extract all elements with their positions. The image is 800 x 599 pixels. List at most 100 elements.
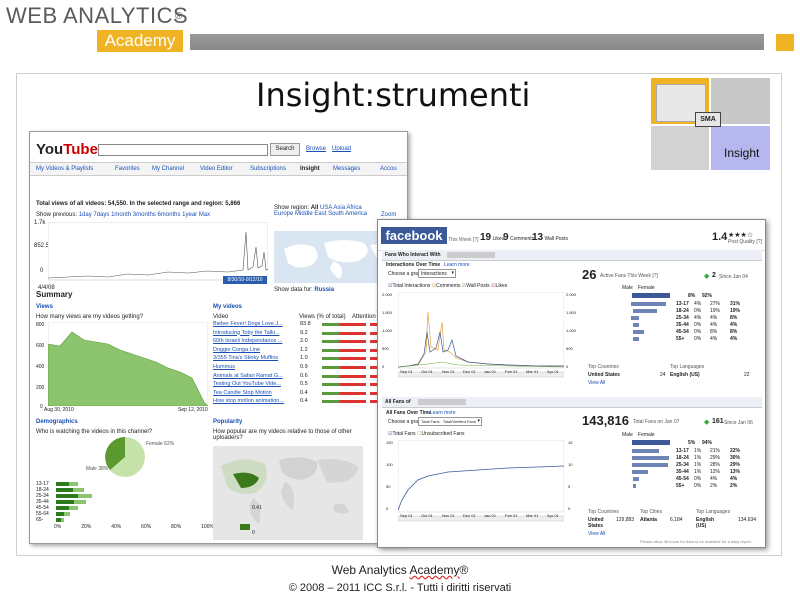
- tab-favorites[interactable]: Favorites: [115, 166, 140, 172]
- fb-age-bar-female: [634, 302, 667, 306]
- fb-wallposts-stat: 13 Wall Posts: [532, 232, 568, 243]
- popularity-legend-min: 0: [252, 530, 255, 536]
- zoom-link[interactable]: Zoom: [381, 212, 396, 218]
- range-7days[interactable]: 7days: [93, 212, 109, 218]
- video-title-link[interactable]: Testing Out YouTube Vide...: [213, 381, 281, 387]
- video-views-pct: 0.4: [300, 398, 308, 405]
- tab-my-videos[interactable]: My Videos & Playlists: [36, 166, 93, 172]
- fb-y1r-tick: 1,000: [566, 328, 577, 333]
- fb-age-label: 13-17: [676, 301, 689, 307]
- range-1year[interactable]: 1year: [182, 212, 197, 218]
- video-title-link[interactable]: Tea Candle Stop Motion: [213, 390, 272, 396]
- fb-age-female: 27%: [710, 301, 721, 307]
- youtube-search-button[interactable]: Search: [270, 143, 300, 156]
- fb-age-label: 55+: [676, 483, 685, 489]
- fb-age-label: 35-44: [676, 469, 689, 475]
- fb-y1-tick: 1,000: [382, 328, 393, 333]
- video-title-link[interactable]: Bieber Fever! Dogs Love J...: [213, 321, 283, 327]
- fb-age-total: 31%: [730, 301, 741, 307]
- footer-registered-mark: ®: [459, 563, 469, 577]
- video-title-link[interactable]: Doggie Conga Line: [213, 347, 260, 353]
- view-all-link-1[interactable]: View All: [588, 380, 605, 386]
- youtube-browse-link[interactable]: Browse: [306, 146, 326, 152]
- age-bar-male: [56, 494, 78, 498]
- views-over-time-chart: [48, 222, 268, 281]
- views-area-chart: [48, 322, 208, 406]
- tab-my-channel[interactable]: My Channel: [152, 166, 184, 172]
- video-title-link[interactable]: How stop motion animation...: [213, 398, 284, 404]
- top-languages-label-1: Top Languages: [670, 364, 705, 370]
- total-fans-label: Total Fans on Jan 07: [633, 419, 680, 425]
- view-all-link-2[interactable]: View All: [588, 531, 605, 537]
- views-y-200: 200: [36, 385, 45, 391]
- fb-x1-tick: Sep 01: [400, 369, 413, 374]
- popularity-legend-swatch: [240, 524, 250, 530]
- legend-likes: Likes: [495, 283, 508, 289]
- gender-total-male-2: 5%: [688, 440, 696, 446]
- range-1day[interactable]: 1day: [79, 212, 92, 218]
- fb-age-total: 19%: [730, 308, 741, 314]
- video-title-link[interactable]: 3/355 Tina's Stinky Muffins: [213, 355, 278, 361]
- legend-comments: Comments: [436, 283, 461, 289]
- video-views-pct: 0.4: [300, 389, 308, 396]
- top-countries-label-1: Top Countries: [588, 364, 619, 370]
- range-6months[interactable]: 6months: [157, 212, 180, 218]
- tab-account[interactable]: Accou: [380, 166, 397, 172]
- fb-comments-value: 9: [503, 232, 509, 243]
- fb-x1-tick: Mar 01: [526, 369, 539, 374]
- learn-more-link-2[interactable]: Learn more: [430, 410, 456, 416]
- brand-name: WEB ANALYTICS: [6, 3, 189, 28]
- region-south-america[interactable]: South America: [328, 211, 367, 217]
- graph-select-2[interactable]: Total Fans - Total/Verified Fans ▾: [418, 417, 482, 426]
- legend-total-interactions: Total Interactions: [392, 283, 431, 289]
- fb-y2-tick: 150: [386, 440, 393, 445]
- active-fans-value: 26: [582, 267, 597, 282]
- fb-age-male: 0%: [694, 322, 702, 328]
- top-countries-label-2: Top Countries: [588, 509, 619, 515]
- region-europe[interactable]: Europe: [274, 211, 293, 217]
- range-3months[interactable]: 3months: [133, 212, 156, 218]
- graph-select-1[interactable]: Interactions ▾: [418, 269, 456, 278]
- tab-video-editor[interactable]: Video Editor: [200, 166, 233, 172]
- brand-academy-label: Academy: [97, 30, 183, 52]
- show-previous-label: Show previous:: [36, 212, 78, 218]
- fb-y2-tick: 50: [386, 484, 391, 489]
- tab-subscriptions[interactable]: Subscriptions: [250, 166, 286, 172]
- fb-y1r-tick: 0: [566, 364, 569, 369]
- video-title-link[interactable]: Hummus: [213, 364, 235, 370]
- fb-age-total: 4%: [730, 322, 738, 328]
- total-fans-value: 143,816: [582, 413, 629, 428]
- fb-age-male: 1%: [694, 469, 702, 475]
- tab-messages[interactable]: Messages: [333, 166, 360, 172]
- fb-age-bar-female: [634, 470, 649, 474]
- video-title-link[interactable]: 60th Israeli Independance ...: [213, 338, 282, 344]
- tab-insight[interactable]: Insight: [300, 166, 320, 172]
- header-accent-square: [776, 34, 794, 51]
- youtube-search-input[interactable]: [98, 144, 268, 156]
- fb-age-male: 1%: [694, 462, 702, 468]
- video-views-pct: 1.2: [300, 346, 308, 353]
- show-data-for-value[interactable]: Russia: [314, 287, 334, 293]
- video-title-link[interactable]: Animals at Safari Ramat G...: [213, 373, 283, 379]
- range-selector[interactable]: 8/30/10-9/12/10: [223, 276, 267, 284]
- age-bar-female: [69, 482, 78, 486]
- range-1month[interactable]: 1month: [111, 212, 131, 218]
- fb-redacted-name: [447, 252, 495, 258]
- age-bar-female: [74, 500, 86, 504]
- region-middle-east[interactable]: Middle East: [295, 211, 326, 217]
- popularity-question: How popular are my videos relative to th…: [213, 429, 352, 441]
- youtube-upload-link[interactable]: Upload: [332, 146, 351, 152]
- fb-y1-tick: 500: [382, 346, 389, 351]
- fb-footnote: Please allow 48 hours for data to be ava…: [640, 539, 752, 544]
- age-axis-60: 60%: [141, 524, 152, 530]
- fb-age-label: 18-24: [676, 455, 689, 461]
- show-data-for-label: Show data for:: [274, 287, 313, 293]
- female-percentage: Female 62%: [146, 441, 175, 447]
- learn-more-link-1[interactable]: Learn more: [444, 262, 470, 268]
- show-previous: Show previous: 1day 7days 1month 3months…: [36, 212, 210, 218]
- video-title-link[interactable]: Introducing Toby the Talki...: [213, 330, 279, 336]
- range-max[interactable]: Max: [199, 212, 210, 218]
- slide-title: Insight:strumenti: [256, 76, 531, 114]
- fb-post-quality-value: 1.4: [712, 231, 728, 243]
- fb-age-male: 4%: [694, 315, 702, 321]
